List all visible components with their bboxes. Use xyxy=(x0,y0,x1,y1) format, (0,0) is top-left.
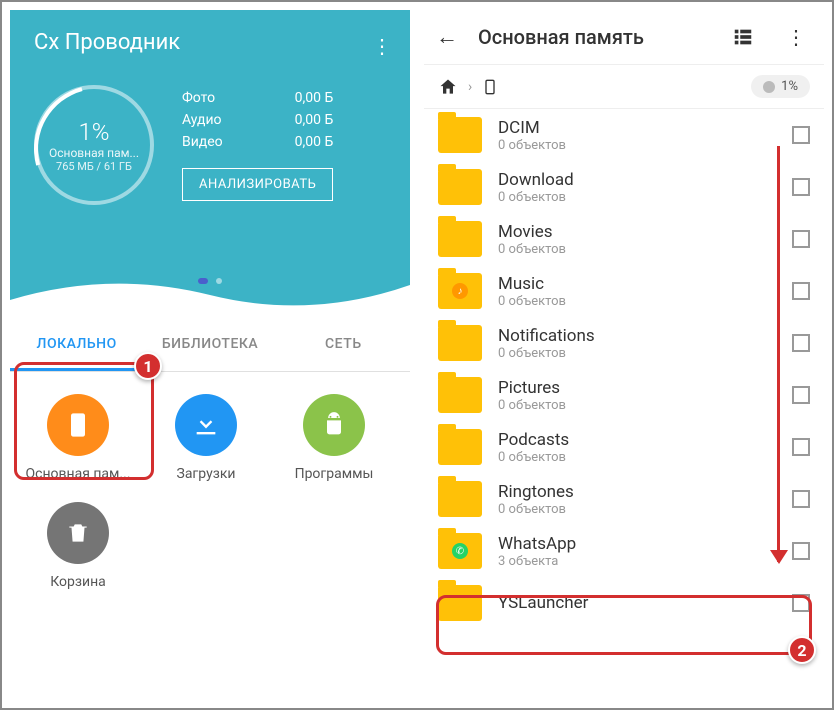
back-arrow-icon[interactable]: ← xyxy=(436,24,458,50)
header-title: Основная память xyxy=(478,25,706,49)
folder-sub: 0 объектов xyxy=(498,346,776,361)
folder-name: Notifications xyxy=(498,326,776,346)
media-stats: Фото0,00 Б Аудио0,00 Б Видео0,00 Б АНАЛИ… xyxy=(182,90,333,201)
folder-meta: Pictures0 объектов xyxy=(498,378,776,413)
folder-item[interactable]: Movies0 объектов xyxy=(424,213,824,265)
storage-percent: 1% xyxy=(78,118,109,146)
folder-meta: Download0 объектов xyxy=(498,170,776,205)
breadcrumb-separator: › xyxy=(468,79,472,95)
folder-icon: ✆ xyxy=(438,533,482,569)
folder-sub: 0 объектов xyxy=(498,138,776,153)
location-grid: Основная пам... Загрузки Программы Корзи… xyxy=(10,372,410,612)
folder-checkbox[interactable] xyxy=(792,490,810,508)
folder-sub: 0 объектов xyxy=(498,450,776,465)
folder-sub: 0 объектов xyxy=(498,190,776,205)
folder-name: WhatsApp xyxy=(498,534,776,554)
phone-icon xyxy=(47,394,109,456)
folder-meta: Ringtones0 объектов xyxy=(498,482,776,517)
folder-meta: DCIM0 объектов xyxy=(498,118,776,153)
folder-checkbox[interactable] xyxy=(792,542,810,560)
folder-icon xyxy=(438,429,482,465)
tab-network[interactable]: СЕТЬ xyxy=(277,320,410,371)
folder-checkbox[interactable] xyxy=(792,438,810,456)
overflow-menu-icon[interactable]: ⋮ xyxy=(780,25,812,49)
file-list[interactable]: DCIM0 объектовDownload0 объектовMovies0 … xyxy=(424,109,824,699)
tab-local[interactable]: ЛОКАЛЬНО xyxy=(10,320,143,371)
folder-icon xyxy=(438,221,482,257)
folder-name: Pictures xyxy=(498,378,776,398)
folder-checkbox[interactable] xyxy=(792,334,810,352)
location-trash[interactable]: Корзина xyxy=(18,496,138,596)
folder-checkbox[interactable] xyxy=(792,282,810,300)
folder-checkbox[interactable] xyxy=(792,178,810,196)
view-list-icon[interactable] xyxy=(726,26,760,48)
folder-meta: Movies0 объектов xyxy=(498,222,776,257)
storage-size: 765 МБ / 61 ГБ xyxy=(56,160,132,173)
folder-checkbox[interactable] xyxy=(792,230,810,248)
annotation-badge-2: 2 xyxy=(788,636,816,664)
folder-icon xyxy=(438,169,482,205)
storage-indicator[interactable]: 1% xyxy=(751,75,810,98)
breadcrumb: › 1% xyxy=(424,65,824,109)
home-icon[interactable] xyxy=(438,77,458,97)
folder-item[interactable]: Notifications0 объектов xyxy=(424,317,824,369)
folder-item[interactable]: DCIM0 объектов xyxy=(424,109,824,161)
tab-bar: ЛОКАЛЬНО БИБЛИОТЕКА СЕТЬ xyxy=(10,320,410,372)
right-header: ← Основная память ⋮ xyxy=(424,10,824,65)
download-icon xyxy=(175,394,237,456)
wave-decoration xyxy=(10,270,410,320)
android-icon xyxy=(303,394,365,456)
folder-item[interactable]: Download0 объектов xyxy=(424,161,824,213)
app-title: Cx Проводник xyxy=(10,10,410,75)
storage-chart[interactable]: 1% Основная пам... 765 МБ / 61 ГБ xyxy=(34,85,154,205)
folder-meta: Notifications0 объектов xyxy=(498,326,776,361)
folder-item[interactable]: ♪ Music0 объектов xyxy=(424,265,824,317)
folder-name: YSLauncher xyxy=(498,593,776,613)
folder-name: DCIM xyxy=(498,118,776,138)
device-icon[interactable] xyxy=(482,77,498,97)
folder-meta: WhatsApp3 объекта xyxy=(498,534,776,569)
folder-sub: 3 объекта xyxy=(498,554,776,569)
folder-icon xyxy=(438,117,482,153)
folder-item[interactable]: YSLauncher xyxy=(424,577,824,629)
location-storage[interactable]: Основная пам... xyxy=(18,388,138,488)
folder-sub: 0 объектов xyxy=(498,398,776,413)
storage-label: Основная пам... xyxy=(49,146,139,160)
pill-dot-icon xyxy=(763,81,775,93)
folder-checkbox[interactable] xyxy=(792,126,810,144)
left-phone-screen: Cx Проводник ⋮ 1% Основная пам... 765 МБ… xyxy=(10,10,410,700)
right-phone-screen: ← Основная память ⋮ › 1% DCIM0 объектовD… xyxy=(424,10,824,700)
folder-icon xyxy=(438,377,482,413)
folder-name: Download xyxy=(498,170,776,190)
folder-name: Podcasts xyxy=(498,430,776,450)
annotation-arrow xyxy=(777,146,780,562)
folder-item[interactable]: Podcasts0 объектов xyxy=(424,421,824,473)
folder-checkbox[interactable] xyxy=(792,594,810,612)
overflow-menu-icon[interactable]: ⋮ xyxy=(372,34,392,58)
folder-sub: 0 объектов xyxy=(498,242,776,257)
annotation-badge-1: 1 xyxy=(134,352,162,380)
trash-icon xyxy=(47,502,109,564)
location-downloads[interactable]: Загрузки xyxy=(146,388,266,488)
folder-item[interactable]: Ringtones0 объектов xyxy=(424,473,824,525)
tab-library[interactable]: БИБЛИОТЕКА xyxy=(143,320,276,371)
folder-icon xyxy=(438,585,482,621)
header-panel: Cx Проводник ⋮ 1% Основная пам... 765 МБ… xyxy=(10,10,410,320)
location-apps[interactable]: Программы xyxy=(274,388,394,488)
folder-sub: 0 объектов xyxy=(498,294,776,309)
folder-item[interactable]: ✆ WhatsApp3 объекта xyxy=(424,525,824,577)
folder-meta: Podcasts0 объектов xyxy=(498,430,776,465)
analyze-button[interactable]: АНАЛИЗИРОВАТЬ xyxy=(182,168,333,201)
folder-icon xyxy=(438,325,482,361)
folder-meta: YSLauncher xyxy=(498,593,776,613)
folder-icon xyxy=(438,481,482,517)
folder-name: Music xyxy=(498,274,776,294)
folder-meta: Music0 объектов xyxy=(498,274,776,309)
folder-item[interactable]: Pictures0 объектов xyxy=(424,369,824,421)
folder-checkbox[interactable] xyxy=(792,386,810,404)
folder-sub: 0 объектов xyxy=(498,502,776,517)
folder-name: Movies xyxy=(498,222,776,242)
folder-icon: ♪ xyxy=(438,273,482,309)
folder-name: Ringtones xyxy=(498,482,776,502)
